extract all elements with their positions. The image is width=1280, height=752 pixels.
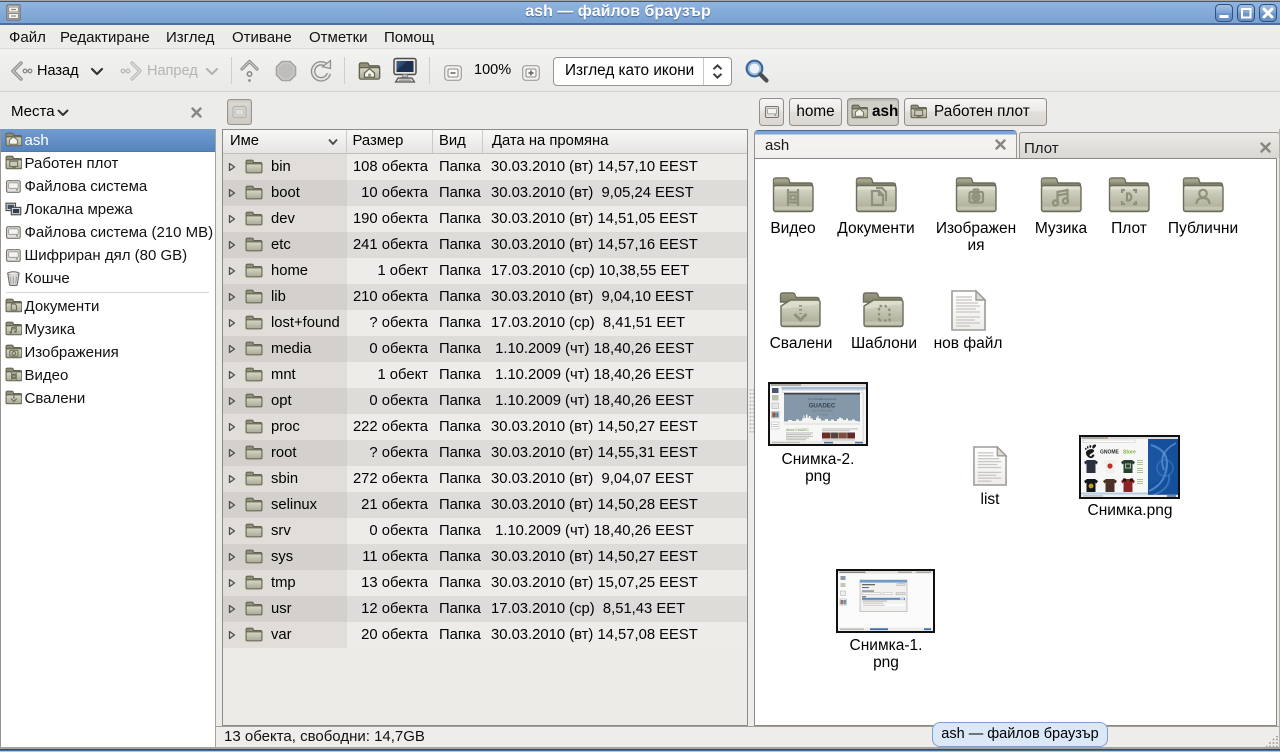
svg-text:July 24-30th, 2010: July 24-30th, 2010 (811, 409, 833, 413)
svg-text:GUADEC: GUADEC (809, 403, 836, 410)
svg-text:The GNOME conference: The GNOME conference (808, 397, 837, 401)
svg-text:Store: Store (1123, 450, 1136, 456)
svg-text:GNOME: GNOME (1100, 450, 1120, 456)
svg-text:About GUADEC: About GUADEC (786, 428, 810, 432)
